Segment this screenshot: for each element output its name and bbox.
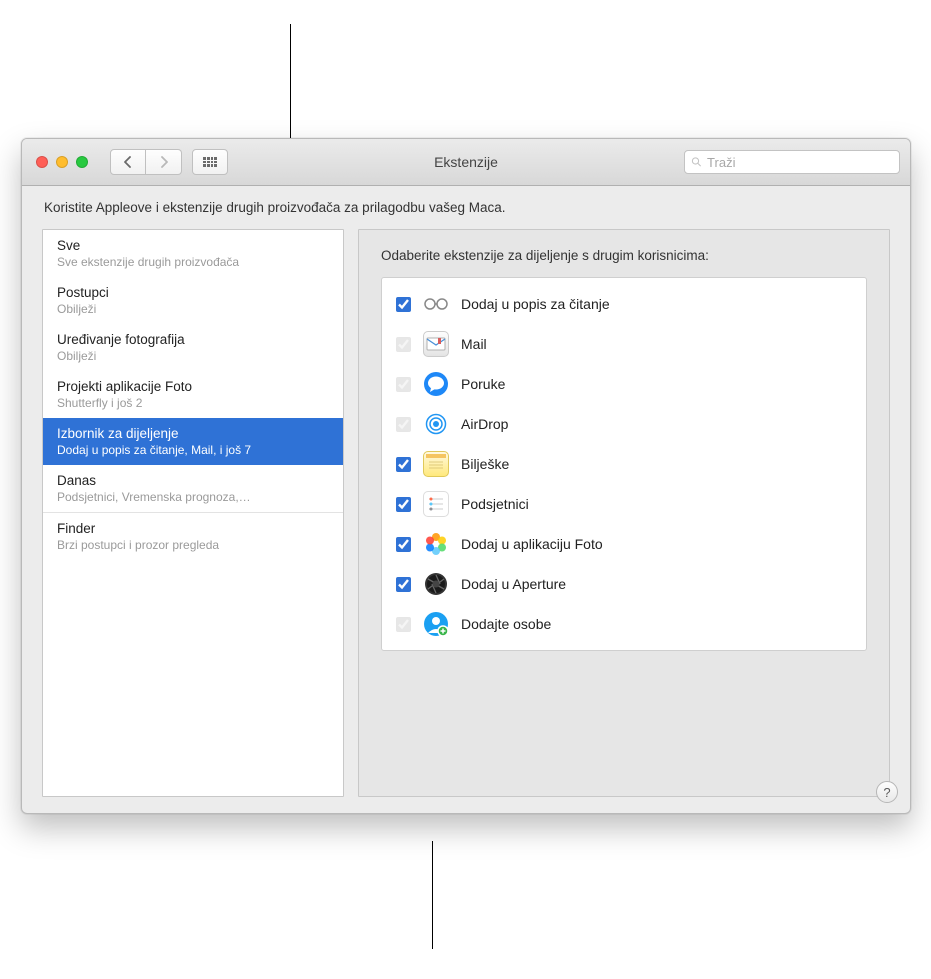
sidebar-item[interactable]: Uređivanje fotografija Obilježi [43,324,343,371]
sidebar-item[interactable]: Sve Sve ekstenzije drugih proizvođača [43,230,343,277]
extension-checkbox [396,417,411,432]
sidebar-item-title: Projekti aplikacije Foto [57,379,329,394]
extension-label: Bilješke [461,456,509,472]
sidebar-item[interactable]: Izbornik za dijeljenje Dodaj u popis za č… [43,418,343,465]
extension-checkbox [396,337,411,352]
window-controls [36,156,88,168]
addpeople-icon [423,611,449,637]
nav-buttons [110,149,182,175]
forward-button[interactable] [146,149,182,175]
extension-checkbox[interactable] [396,577,411,592]
sidebar-item-subtitle: Obilježi [57,302,329,316]
photos-icon [423,531,449,557]
sidebar-item-title: Uređivanje fotografija [57,332,329,347]
extension-checkbox[interactable] [396,297,411,312]
extension-label: Podsjetnici [461,496,529,512]
extension-label: Dodajte osobe [461,616,551,632]
extension-label: Dodaj u Aperture [461,576,566,592]
detail-panel: Odaberite ekstenzije za dijeljenje s dru… [358,229,890,797]
sidebar-item[interactable]: Postupci Obilježi [43,277,343,324]
grid-icon [203,157,217,167]
sidebar-item-title: Sve [57,238,329,253]
sidebar-item-subtitle: Dodaj u popis za čitanje, Mail, i još 7 [57,443,329,457]
category-sidebar: Sve Sve ekstenzije drugih proizvođača Post… [42,229,344,797]
extension-label: Poruke [461,376,505,392]
sidebar-item-subtitle: Obilježi [57,349,329,363]
search-icon [691,156,702,168]
sidebar-item[interactable]: Finder Brzi postupci i prozor pregleda [43,513,343,560]
extension-row: AirDrop [382,404,866,444]
glasses-icon [423,291,449,317]
extension-label: Mail [461,336,487,352]
preferences-window: Ekstenzije Koristite Appleove i ekstenzi… [21,138,911,814]
sidebar-item-subtitle: Shutterfly i još 2 [57,396,329,410]
extension-checkbox[interactable] [396,497,411,512]
extension-row: Dodajte osobe [382,604,866,644]
mail-icon [423,331,449,357]
search-input[interactable] [707,155,893,170]
extension-row: Bilješke [382,444,866,484]
callout-line-bottom [432,841,433,949]
messages-icon [423,371,449,397]
sidebar-item-title: Izbornik za dijeljenje [57,426,329,441]
extension-label: AirDrop [461,416,508,432]
zoom-button[interactable] [76,156,88,168]
sidebar-item-title: Danas [57,473,329,488]
extension-checkbox [396,617,411,632]
sidebar-item-title: Postupci [57,285,329,300]
sidebar-item[interactable]: Projekti aplikacije Foto Shutterfly i još… [43,371,343,418]
reminders-icon [423,491,449,517]
help-button[interactable]: ? [876,781,898,803]
extension-list: Dodaj u popis za čitanje Mail Poruke AirDro… [381,277,867,651]
extension-label: Dodaj u aplikaciju Foto [461,536,603,552]
extension-checkbox[interactable] [396,537,411,552]
titlebar: Ekstenzije [22,139,910,186]
show-all-button[interactable] [192,149,228,175]
chevron-right-icon [159,156,169,168]
extension-label: Dodaj u popis za čitanje [461,296,610,312]
detail-heading: Odaberite ekstenzije za dijeljenje s dru… [381,248,867,263]
extension-row: Podsjetnici [382,484,866,524]
sidebar-item-subtitle: Brzi postupci i prozor pregleda [57,538,329,552]
window-body: Koristite Appleove i ekstenzije drugih p… [22,186,910,813]
content-area: Sve Sve ekstenzije drugih proizvođača Post… [42,229,890,797]
sidebar-item-subtitle: Sve ekstenzije drugih proizvođača [57,255,329,269]
extension-row: Dodaj u popis za čitanje [382,284,866,324]
description-text: Koristite Appleove i ekstenzije drugih p… [44,200,890,215]
sidebar-item-title: Finder [57,521,329,536]
sidebar-item-subtitle: Podsjetnici, Vremenska prognoza,… [57,490,329,504]
extension-row: Poruke [382,364,866,404]
aperture-icon [423,571,449,597]
extension-checkbox[interactable] [396,457,411,472]
extension-row: Dodaj u aplikaciju Foto [382,524,866,564]
notes-icon [423,451,449,477]
chevron-left-icon [123,156,133,168]
close-button[interactable] [36,156,48,168]
extension-checkbox [396,377,411,392]
extension-row: Mail [382,324,866,364]
airdrop-icon [423,411,449,437]
extension-row: Dodaj u Aperture [382,564,866,604]
sidebar-item[interactable]: Danas Podsjetnici, Vremenska prognoza,… [43,465,343,512]
back-button[interactable] [110,149,146,175]
search-field[interactable] [684,150,900,174]
minimize-button[interactable] [56,156,68,168]
